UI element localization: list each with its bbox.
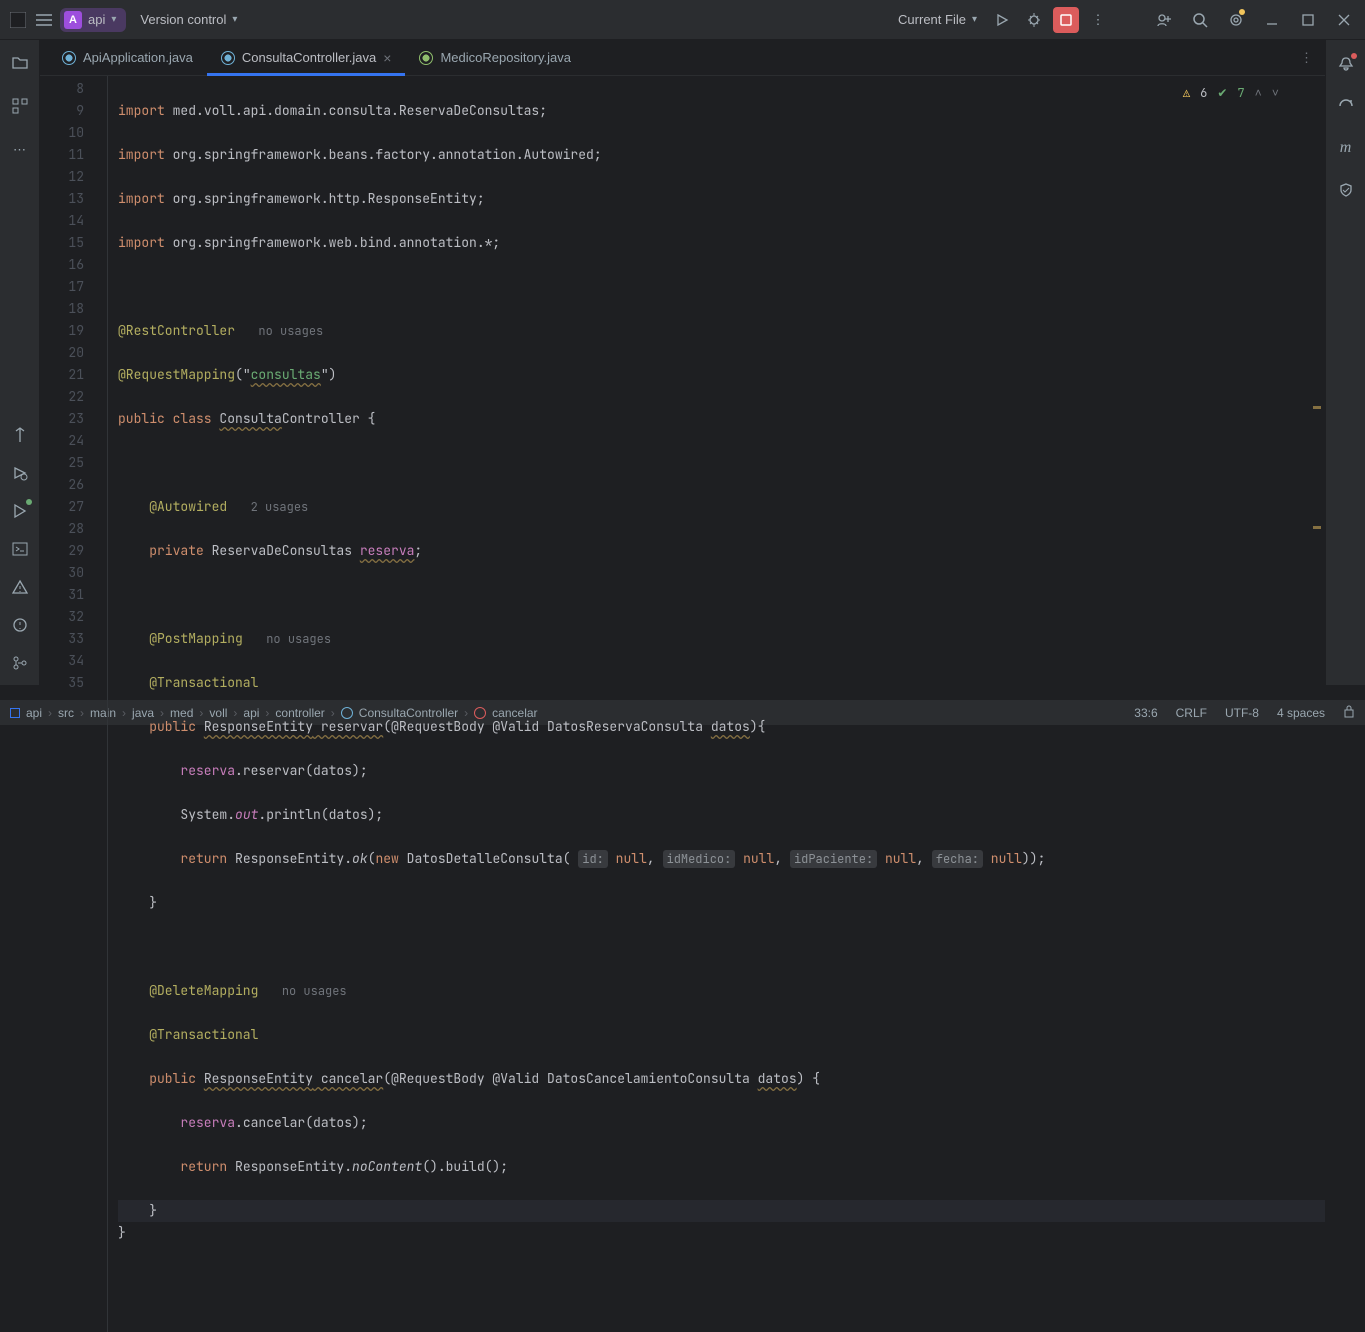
more-actions-button[interactable]: ⋮ xyxy=(1085,7,1111,33)
fold-column[interactable] xyxy=(98,76,108,1332)
ai-assistant-button[interactable] xyxy=(1336,96,1356,116)
tool-button[interactable] xyxy=(10,615,30,635)
shield-tool-button[interactable] xyxy=(1336,180,1356,200)
terminal-tool-button[interactable] xyxy=(10,539,30,559)
right-tool-rail: m xyxy=(1325,40,1365,685)
vcs-menu[interactable]: Version control ▾ xyxy=(132,8,245,31)
tab-label: ConsultaController.java xyxy=(242,50,376,65)
ide-logo-icon xyxy=(8,10,28,30)
run-configuration-selector[interactable]: Current File ▾ xyxy=(892,8,983,31)
error-stripe[interactable] xyxy=(1311,76,1323,1332)
warning-marker[interactable] xyxy=(1313,526,1321,529)
close-window-button[interactable] xyxy=(1331,7,1357,33)
maximize-button[interactable] xyxy=(1295,7,1321,33)
left-tool-rail: ⋯ xyxy=(0,40,40,685)
prev-highlight-button[interactable]: ˄ xyxy=(1255,82,1262,104)
tab-consulta-controller[interactable]: ConsultaController.java × xyxy=(207,40,406,76)
pass-count: 7 xyxy=(1237,82,1244,104)
readonly-toggle[interactable] xyxy=(1343,704,1355,721)
project-name: api xyxy=(88,12,105,27)
search-everywhere-button[interactable] xyxy=(1187,7,1213,33)
editor-area: ApiApplication.java ConsultaController.j… xyxy=(40,40,1325,685)
problems-tool-button[interactable] xyxy=(10,577,30,597)
close-tab-button[interactable]: × xyxy=(383,50,391,66)
warning-marker[interactable] xyxy=(1313,406,1321,409)
run-config-label: Current File xyxy=(898,12,966,27)
weak-warning-icon: ✔ xyxy=(1217,82,1227,104)
code-content[interactable]: import med.voll.api.domain.consulta.Rese… xyxy=(108,76,1325,1332)
chevron-down-icon: ▾ xyxy=(111,14,116,25)
module-icon xyxy=(10,708,20,718)
maven-tool-button[interactable]: m xyxy=(1336,138,1356,158)
warning-icon: ⚠ xyxy=(1183,82,1190,104)
code-with-me-button[interactable] xyxy=(1151,7,1177,33)
chevron-down-icon: ▾ xyxy=(972,14,977,25)
vcs-label: Version control xyxy=(140,12,226,27)
titlebar: A api ▾ Version control ▾ Current File ▾… xyxy=(0,0,1365,40)
main-menu-button[interactable] xyxy=(34,10,54,30)
tool-button[interactable] xyxy=(10,425,30,445)
editor-tabs: ApiApplication.java ConsultaController.j… xyxy=(40,40,1325,76)
project-letter-badge: A xyxy=(64,11,82,29)
debug-button[interactable] xyxy=(1021,7,1047,33)
run-tool-button[interactable] xyxy=(10,501,30,521)
code-editor[interactable]: ⚠ 6 ✔ 7 ˄ ˅ 891011121314151617181920212223… xyxy=(40,76,1325,1332)
stop-button[interactable] xyxy=(1053,7,1079,33)
settings-button[interactable] xyxy=(1223,7,1249,33)
project-selector[interactable]: A api ▾ xyxy=(60,8,126,32)
next-highlight-button[interactable]: ˅ xyxy=(1272,82,1279,104)
chevron-down-icon: ▾ xyxy=(232,14,237,25)
tab-medico-repository[interactable]: MedicoRepository.java xyxy=(405,40,585,76)
tabs-more-button[interactable]: ⋮ xyxy=(1300,50,1313,66)
structure-tool-button[interactable] xyxy=(10,96,30,116)
run-button[interactable] xyxy=(989,7,1015,33)
warning-count: 6 xyxy=(1200,82,1207,104)
java-class-icon xyxy=(62,51,76,65)
tab-label: ApiApplication.java xyxy=(83,50,193,65)
minimize-button[interactable] xyxy=(1259,7,1285,33)
vcs-tool-button[interactable] xyxy=(10,653,30,673)
inspection-widget[interactable]: ⚠ 6 ✔ 7 ˄ ˅ xyxy=(1183,82,1279,104)
more-tools-button[interactable]: ⋯ xyxy=(10,140,30,160)
line-gutter[interactable]: 8910111213141516171819202122232425262728… xyxy=(40,76,98,1332)
services-tool-button[interactable] xyxy=(10,463,30,483)
java-class-icon xyxy=(221,51,235,65)
notifications-button[interactable] xyxy=(1336,54,1356,74)
project-tool-button[interactable] xyxy=(10,52,30,72)
java-interface-icon xyxy=(419,51,433,65)
tab-api-application[interactable]: ApiApplication.java xyxy=(48,40,207,76)
tab-label: MedicoRepository.java xyxy=(440,50,571,65)
